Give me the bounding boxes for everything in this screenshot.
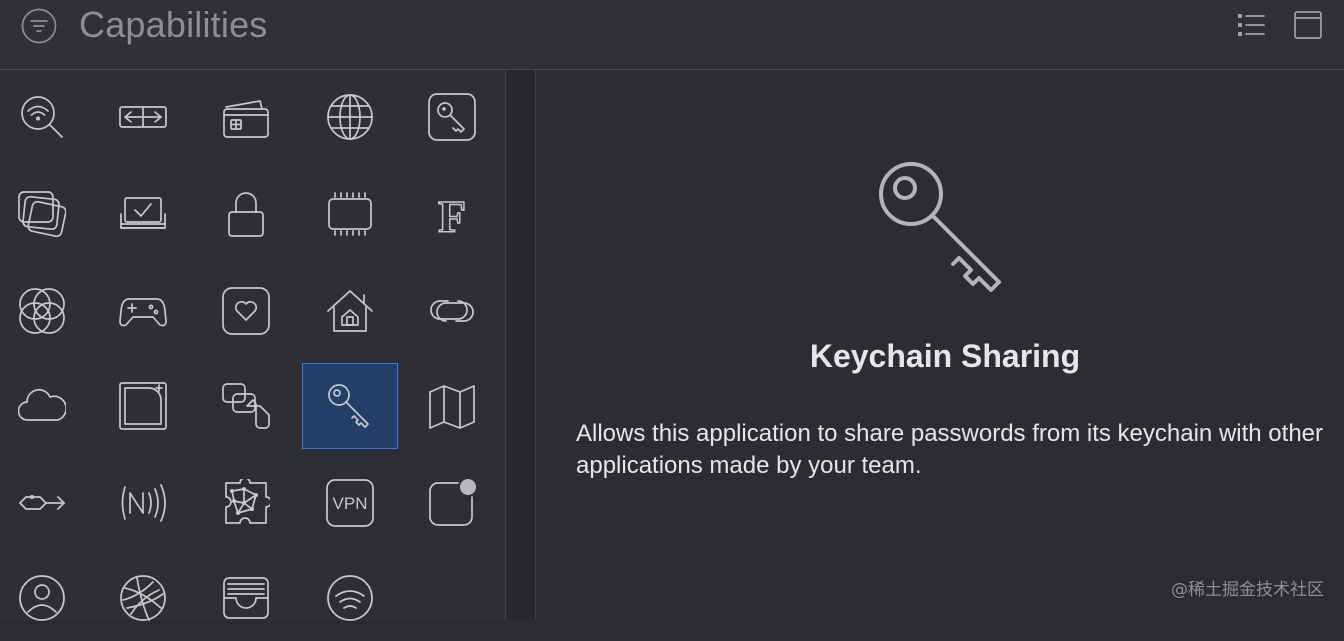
key-square-icon — [428, 93, 476, 141]
data-transfer-icon — [19, 495, 65, 510]
filter-icon[interactable] — [20, 7, 58, 45]
link-icon — [430, 300, 474, 322]
home-icon — [327, 290, 373, 332]
capability-tile[interactable] — [198, 74, 294, 160]
capability-tile[interactable] — [95, 363, 191, 449]
svg-text:F: F — [438, 191, 466, 238]
capability-detail-panel: Keychain Sharing Allows this application… — [536, 70, 1344, 620]
person-circle-icon — [19, 575, 65, 621]
puzzle-network-icon — [225, 479, 270, 524]
split-view-divider[interactable] — [505, 70, 536, 620]
wireless-circle-icon — [327, 575, 373, 621]
capability-tile[interactable] — [302, 74, 398, 160]
notification-badge-icon — [429, 479, 476, 526]
map-icon — [429, 385, 475, 429]
capability-tile[interactable] — [198, 171, 294, 257]
toolbar: Capabilities — [0, 0, 1344, 70]
game-controller-icon — [119, 298, 167, 327]
capability-tile[interactable] — [95, 268, 191, 354]
checked-tray-icon — [120, 197, 166, 229]
capability-tile[interactable] — [198, 460, 294, 546]
capabilities-library: F VPN — [0, 70, 505, 621]
capability-tile[interactable] — [95, 74, 191, 160]
capability-tile[interactable] — [0, 460, 90, 546]
capability-tile[interactable]: VPN — [302, 460, 398, 546]
capability-tile[interactable] — [95, 460, 191, 546]
chip-icon — [328, 192, 372, 236]
capability-tile[interactable] — [302, 268, 398, 354]
capability-tile[interactable] — [198, 555, 294, 641]
capability-tile[interactable] — [0, 555, 90, 641]
capability-tile[interactable] — [0, 171, 90, 257]
cloud-icon — [18, 388, 66, 421]
capability-tile[interactable] — [95, 171, 191, 257]
wallet-card-icon — [223, 100, 269, 138]
vpn-icon: VPN — [326, 479, 374, 527]
nfc-icon — [121, 484, 166, 522]
overlapping-circles-icon — [19, 288, 65, 334]
capability-tile[interactable] — [198, 363, 294, 449]
font-f-icon: F — [437, 190, 467, 238]
panel-layout-icon[interactable] — [1293, 10, 1323, 40]
capability-tile[interactable] — [0, 268, 90, 354]
stacked-cards-icon — [18, 191, 66, 238]
capability-tile[interactable] — [95, 555, 191, 641]
capability-tile[interactable] — [198, 268, 294, 354]
capability-tile[interactable] — [0, 363, 90, 449]
page-title: Capabilities — [79, 4, 268, 45]
capability-tile[interactable]: F — [404, 171, 500, 257]
capability-tile[interactable] — [404, 460, 500, 546]
arrows-box-icon — [119, 106, 167, 128]
speech-bubbles-icon — [222, 383, 270, 429]
capability-description: Allows this application to share passwor… — [576, 420, 1323, 479]
capability-tile[interactable] — [0, 74, 90, 160]
keychain-key-icon — [328, 384, 369, 428]
capability-title: Keychain Sharing — [809, 338, 1081, 374]
svg-text:VPN: VPN — [333, 494, 368, 513]
globe-icon — [327, 94, 373, 140]
heart-square-icon — [222, 287, 270, 335]
watermark: @稀土掘金技术社区 — [1171, 580, 1324, 600]
capability-tile[interactable] — [302, 171, 398, 257]
capability-tile[interactable] — [404, 268, 500, 354]
list-view-icon[interactable] — [1236, 10, 1266, 40]
padlock-icon — [228, 192, 264, 237]
capability-tile[interactable] — [404, 363, 500, 449]
capability-tile[interactable] — [302, 555, 398, 641]
maps-globe-icon — [120, 575, 166, 621]
key-icon — [879, 162, 1001, 292]
wallet-tray-icon — [223, 577, 269, 619]
wifi-search-icon — [21, 96, 63, 138]
capability-tile-keychain-sharing[interactable] — [302, 363, 398, 449]
capability-tile[interactable] — [404, 74, 500, 160]
notched-square-icon — [119, 382, 167, 430]
